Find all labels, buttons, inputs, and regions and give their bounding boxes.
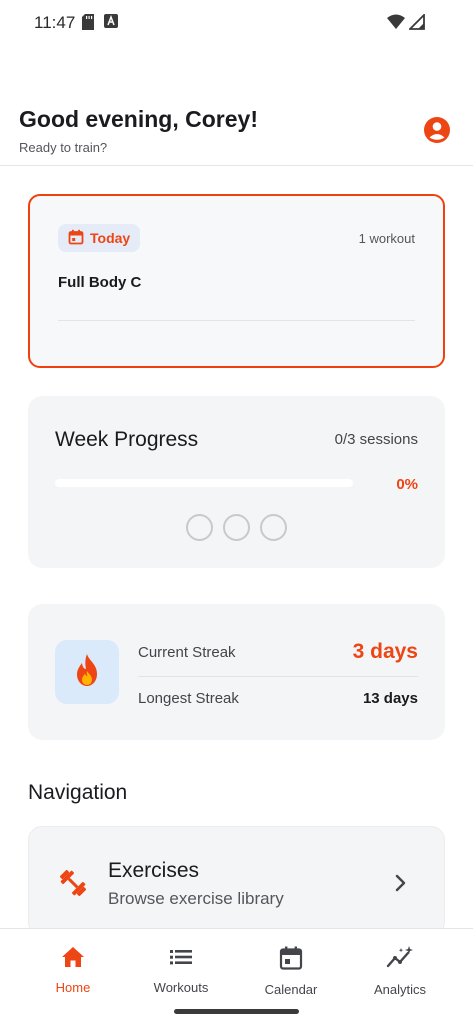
- status-icons-right: [387, 12, 425, 35]
- session-dots: [186, 514, 287, 541]
- greeting-subtitle: Ready to train?: [19, 140, 108, 155]
- status-bar: 11:47: [0, 0, 473, 48]
- today-workout-count: 1 workout: [358, 231, 415, 246]
- session-dot: [223, 514, 250, 541]
- list-icon: [168, 945, 194, 974]
- week-sessions-count: 0/3 sessions: [334, 431, 418, 448]
- session-dot: [186, 514, 213, 541]
- home-header: Good evening, Corey! Ready to train?: [0, 100, 473, 166]
- status-time: 11:47: [34, 13, 76, 32]
- signal-icon: [407, 12, 425, 35]
- analytics-icon: [386, 945, 414, 976]
- bottom-nav-label: Calendar: [264, 982, 318, 997]
- calendar-icon: [278, 945, 304, 976]
- a-badge-icon: [104, 14, 118, 35]
- bottom-nav-analytics[interactable]: Analytics: [345, 945, 455, 997]
- today-chip-label: Today: [90, 230, 131, 246]
- bottom-nav-workouts[interactable]: Workouts: [126, 945, 236, 995]
- nav-card-exercises[interactable]: Exercises Browse exercise library: [28, 826, 445, 936]
- week-progress-card: Week Progress 0/3 sessions 0%: [28, 396, 445, 568]
- divider: [58, 320, 415, 321]
- divider: [138, 676, 418, 677]
- greeting-title: Good evening, Corey!: [19, 106, 258, 132]
- bottom-nav-home[interactable]: Home: [18, 945, 128, 995]
- wifi-icon: [387, 14, 405, 35]
- week-progress-title: Week Progress: [55, 428, 199, 451]
- nav-card-subtitle: Browse exercise library: [108, 889, 284, 908]
- today-workout-name: Full Body C: [58, 274, 142, 291]
- sd-card-icon: [82, 14, 94, 35]
- calendar-icon: [68, 229, 84, 248]
- home-icon: [60, 945, 86, 974]
- dumbbell-icon: [57, 867, 89, 899]
- current-streak-label: Current Streak: [138, 644, 236, 661]
- navigation-heading: Navigation: [28, 781, 128, 804]
- status-icons-left: [82, 14, 118, 35]
- account-circle-icon: [423, 117, 451, 148]
- week-progress-bar: [55, 479, 353, 487]
- longest-streak-label: Longest Streak: [138, 690, 239, 707]
- bottom-nav-calendar[interactable]: Calendar: [236, 945, 346, 997]
- today-workout-card[interactable]: Today 1 workout Full Body C: [28, 194, 445, 368]
- profile-button[interactable]: [423, 116, 451, 144]
- today-chip: Today: [58, 224, 141, 252]
- bottom-nav-label: Home: [55, 980, 91, 995]
- bottom-nav-bar: Home Workouts Calendar Analytics: [0, 928, 473, 1024]
- session-dot: [260, 514, 287, 541]
- week-progress-percent: 0%: [396, 476, 418, 493]
- flame-icon: [73, 653, 101, 692]
- bottom-nav-label: Analytics: [373, 982, 427, 997]
- gesture-home-indicator[interactable]: [174, 1009, 299, 1014]
- longest-streak-value: 13 days: [362, 690, 418, 707]
- streak-card: Current Streak 3 days Longest Streak 13 …: [28, 604, 445, 740]
- nav-card-title: Exercises: [108, 859, 200, 882]
- current-streak-value: 3 days: [352, 640, 418, 663]
- bottom-nav-label: Workouts: [153, 980, 209, 995]
- chevron-right-icon: [392, 873, 408, 893]
- streak-icon-box: [55, 640, 119, 704]
